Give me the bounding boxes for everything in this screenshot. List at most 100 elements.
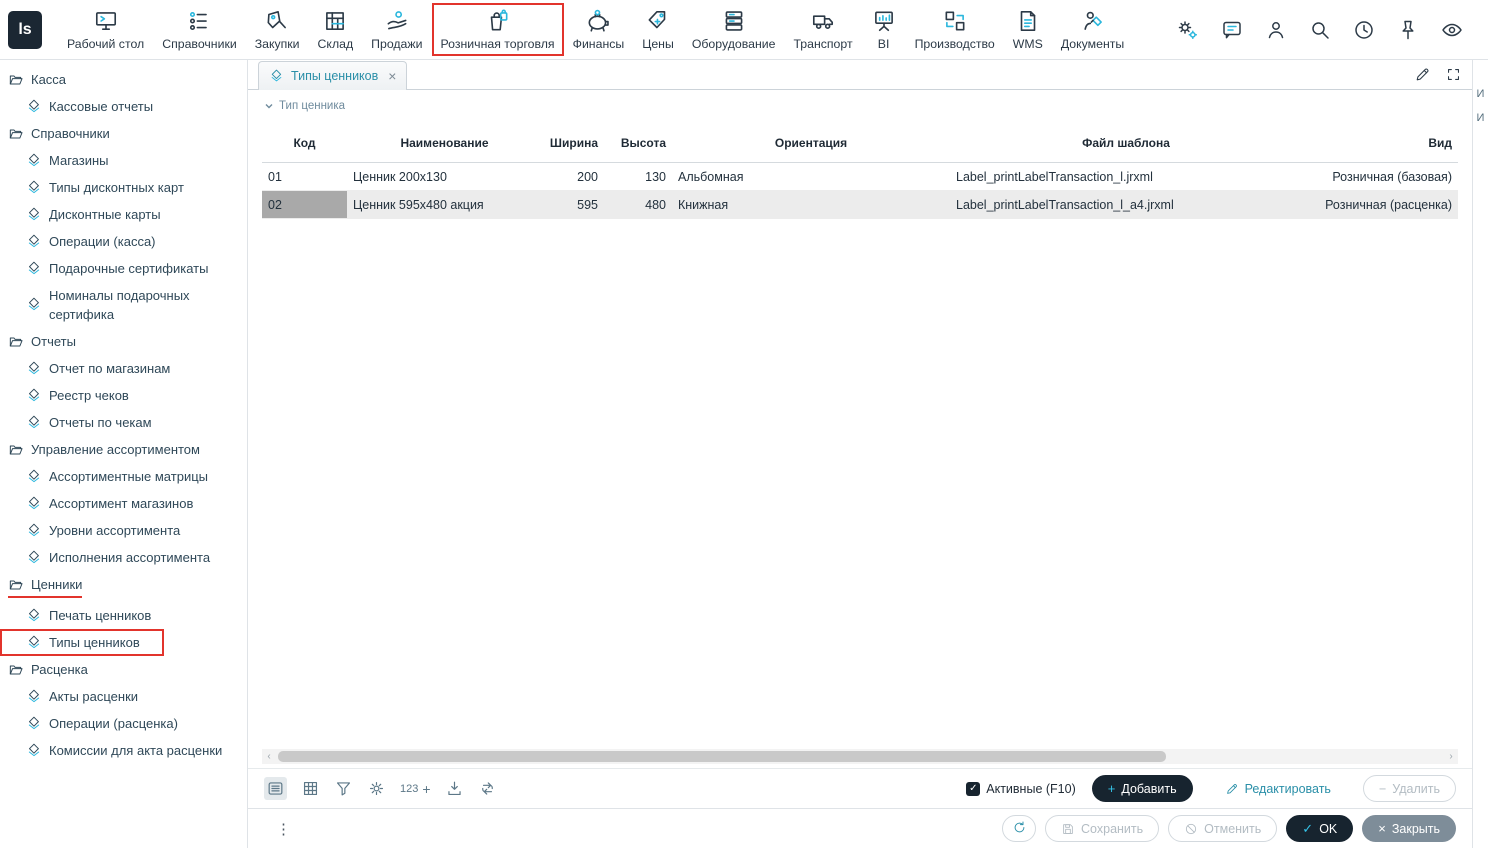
- tab-price-tag-types[interactable]: Типы ценников ×: [258, 61, 407, 90]
- toolbar-item-10[interactable]: Транспорт: [784, 3, 861, 56]
- sidebar-folder[interactable]: Отчеты: [0, 328, 247, 355]
- sidebar-folder[interactable]: Справочники: [0, 120, 247, 147]
- sidebar-item[interactable]: Ассортиментные матрицы: [0, 463, 247, 490]
- filter-funnel-icon[interactable]: [334, 779, 353, 798]
- sidebar-item[interactable]: Операции (расценка): [0, 710, 247, 737]
- toolbar-item-5[interactable]: Продажи: [362, 3, 431, 56]
- save-button[interactable]: Сохранить: [1045, 815, 1159, 842]
- sidebar-folder[interactable]: Ценники: [0, 571, 247, 602]
- sidebar-item[interactable]: Подарочные сертификаты: [0, 255, 247, 282]
- cell-file[interactable]: Label_printLabelTransaction_l_a4.jrxml: [950, 191, 1302, 218]
- settings-gear-icon[interactable]: [367, 779, 386, 798]
- ok-button[interactable]: ✓ OK: [1286, 815, 1353, 842]
- scrollbar-thumb[interactable]: [278, 751, 1166, 762]
- pin-icon[interactable]: [1396, 18, 1420, 42]
- sidebar-item[interactable]: Номиналы подарочных сертифика: [0, 282, 247, 328]
- sidebar-item-label: Подарочные сертификаты: [49, 259, 208, 278]
- sidebar-folder[interactable]: Касса: [0, 66, 247, 93]
- cell-code[interactable]: 01: [262, 163, 347, 190]
- cancel-button[interactable]: Отменить: [1168, 815, 1277, 842]
- eye-icon[interactable]: [1440, 18, 1464, 42]
- cell-width[interactable]: 200: [542, 163, 604, 190]
- cell-width[interactable]: 595: [542, 191, 604, 218]
- sidebar-item[interactable]: Операции (касса): [0, 228, 247, 255]
- toolbar-item-2[interactable]: Справочники: [153, 3, 246, 56]
- delete-button[interactable]: − Удалить: [1363, 775, 1456, 802]
- edit-button[interactable]: Редактировать: [1209, 775, 1347, 802]
- settings-gears-icon[interactable]: [1176, 18, 1200, 42]
- list-view-icon[interactable]: [264, 777, 287, 800]
- cell-height[interactable]: 130: [604, 163, 672, 190]
- table-row[interactable]: 01Ценник 200x130200130АльбомнаяLabel_pri…: [262, 163, 1458, 191]
- close-button[interactable]: × Закрыть: [1362, 815, 1456, 842]
- toolbar-item-7[interactable]: Финансы: [564, 3, 634, 56]
- active-filter-checkbox[interactable]: ✓ Активные (F10): [966, 782, 1075, 796]
- kebab-menu-icon[interactable]: ⋮: [248, 820, 291, 838]
- toolbar-item-1[interactable]: Рабочий стол: [58, 3, 153, 56]
- cell-orientation[interactable]: Альбомная: [672, 163, 950, 190]
- sidebar-item[interactable]: Отчеты по чекам: [0, 409, 247, 436]
- sidebar-folder[interactable]: Расценка: [0, 656, 247, 683]
- sidebar-item[interactable]: Комиссии для акта расценки: [0, 737, 247, 764]
- toolbar-item-11[interactable]: BI: [862, 3, 906, 56]
- clock-icon[interactable]: [1352, 18, 1376, 42]
- horizontal-scrollbar[interactable]: ‹ ›: [262, 749, 1458, 764]
- scrollbar-track[interactable]: [276, 749, 1444, 764]
- cell-code[interactable]: 02: [262, 191, 347, 218]
- refresh-button[interactable]: [1002, 815, 1036, 842]
- cell-kind[interactable]: Розничная (базовая): [1302, 163, 1458, 190]
- add-button[interactable]: + Добавить: [1092, 775, 1193, 802]
- user-icon[interactable]: [1264, 18, 1288, 42]
- loop-refresh-icon[interactable]: [478, 779, 497, 798]
- sidebar-folder[interactable]: Управление ассортиментом: [0, 436, 247, 463]
- app-logo[interactable]: ls: [8, 11, 42, 49]
- sidebar-item[interactable]: Реестр чеков: [0, 382, 247, 409]
- toolbar-item-3[interactable]: Закупки: [246, 3, 309, 56]
- layers-diamond-icon: [26, 261, 42, 277]
- column-header[interactable]: Вид: [1302, 136, 1458, 150]
- row-count-toggle[interactable]: 123 +: [400, 781, 431, 797]
- table-row[interactable]: 02Ценник 595x480 акция595480КнижнаяLabel…: [262, 191, 1458, 219]
- cell-height[interactable]: 480: [604, 191, 672, 218]
- cell-name[interactable]: Ценник 595x480 акция: [347, 191, 542, 218]
- toolbar-item-9[interactable]: Оборудование: [683, 3, 785, 56]
- sidebar-item[interactable]: Типы дисконтных карт: [0, 174, 247, 201]
- download-icon[interactable]: [445, 779, 464, 798]
- sidebar-item[interactable]: Магазины: [0, 147, 247, 174]
- scroll-right-arrow-icon[interactable]: ›: [1444, 751, 1458, 762]
- column-header[interactable]: Высота: [604, 136, 672, 150]
- section-header-price-tag-type[interactable]: Тип ценника: [248, 90, 1472, 114]
- edit-pencil-icon[interactable]: [1414, 66, 1431, 83]
- sidebar-item[interactable]: Исполнения ассортимента: [0, 544, 247, 571]
- sidebar-item[interactable]: Типы ценников: [0, 629, 164, 656]
- toolbar-item-13[interactable]: WMS: [1004, 3, 1052, 56]
- cell-name[interactable]: Ценник 200x130: [347, 163, 542, 190]
- cell-kind[interactable]: Розничная (расценка): [1302, 191, 1458, 218]
- column-header[interactable]: Ориентация: [672, 136, 950, 150]
- sidebar-item[interactable]: Акты расценки: [0, 683, 247, 710]
- toolbar-item-12[interactable]: Производство: [906, 3, 1004, 56]
- sidebar-item[interactable]: Отчет по магазинам: [0, 355, 247, 382]
- toolbar-item-6[interactable]: Розничная торговля: [432, 3, 564, 56]
- column-header[interactable]: Файл шаблона: [950, 136, 1302, 150]
- column-header[interactable]: Наименование: [347, 136, 542, 150]
- toolbar-item-14[interactable]: Документы: [1052, 3, 1133, 56]
- feedback-icon[interactable]: [1220, 18, 1244, 42]
- cell-file[interactable]: Label_printLabelTransaction_l.jrxml: [950, 163, 1302, 190]
- cell-orientation[interactable]: Книжная: [672, 191, 950, 218]
- sidebar-item[interactable]: Ассортимент магазинов: [0, 490, 247, 517]
- sidebar-item[interactable]: Кассовые отчеты: [0, 93, 247, 120]
- toolbar-item-8[interactable]: Цены: [633, 3, 683, 56]
- tab-close-icon[interactable]: ×: [388, 68, 396, 84]
- column-header[interactable]: Ширина: [542, 136, 604, 150]
- search-icon[interactable]: [1308, 18, 1332, 42]
- fullscreen-icon[interactable]: [1445, 66, 1462, 83]
- grid-view-icon[interactable]: [301, 779, 320, 798]
- toolbar-item-4[interactable]: Склад: [309, 3, 363, 56]
- scroll-left-arrow-icon[interactable]: ‹: [262, 751, 276, 762]
- sidebar-item[interactable]: Уровни ассортимента: [0, 517, 247, 544]
- sidebar-item[interactable]: Печать ценников: [0, 602, 247, 629]
- column-header[interactable]: Код: [262, 136, 347, 150]
- sidebar-item[interactable]: Дисконтные карты: [0, 201, 247, 228]
- layers-diamond-icon: [269, 69, 284, 84]
